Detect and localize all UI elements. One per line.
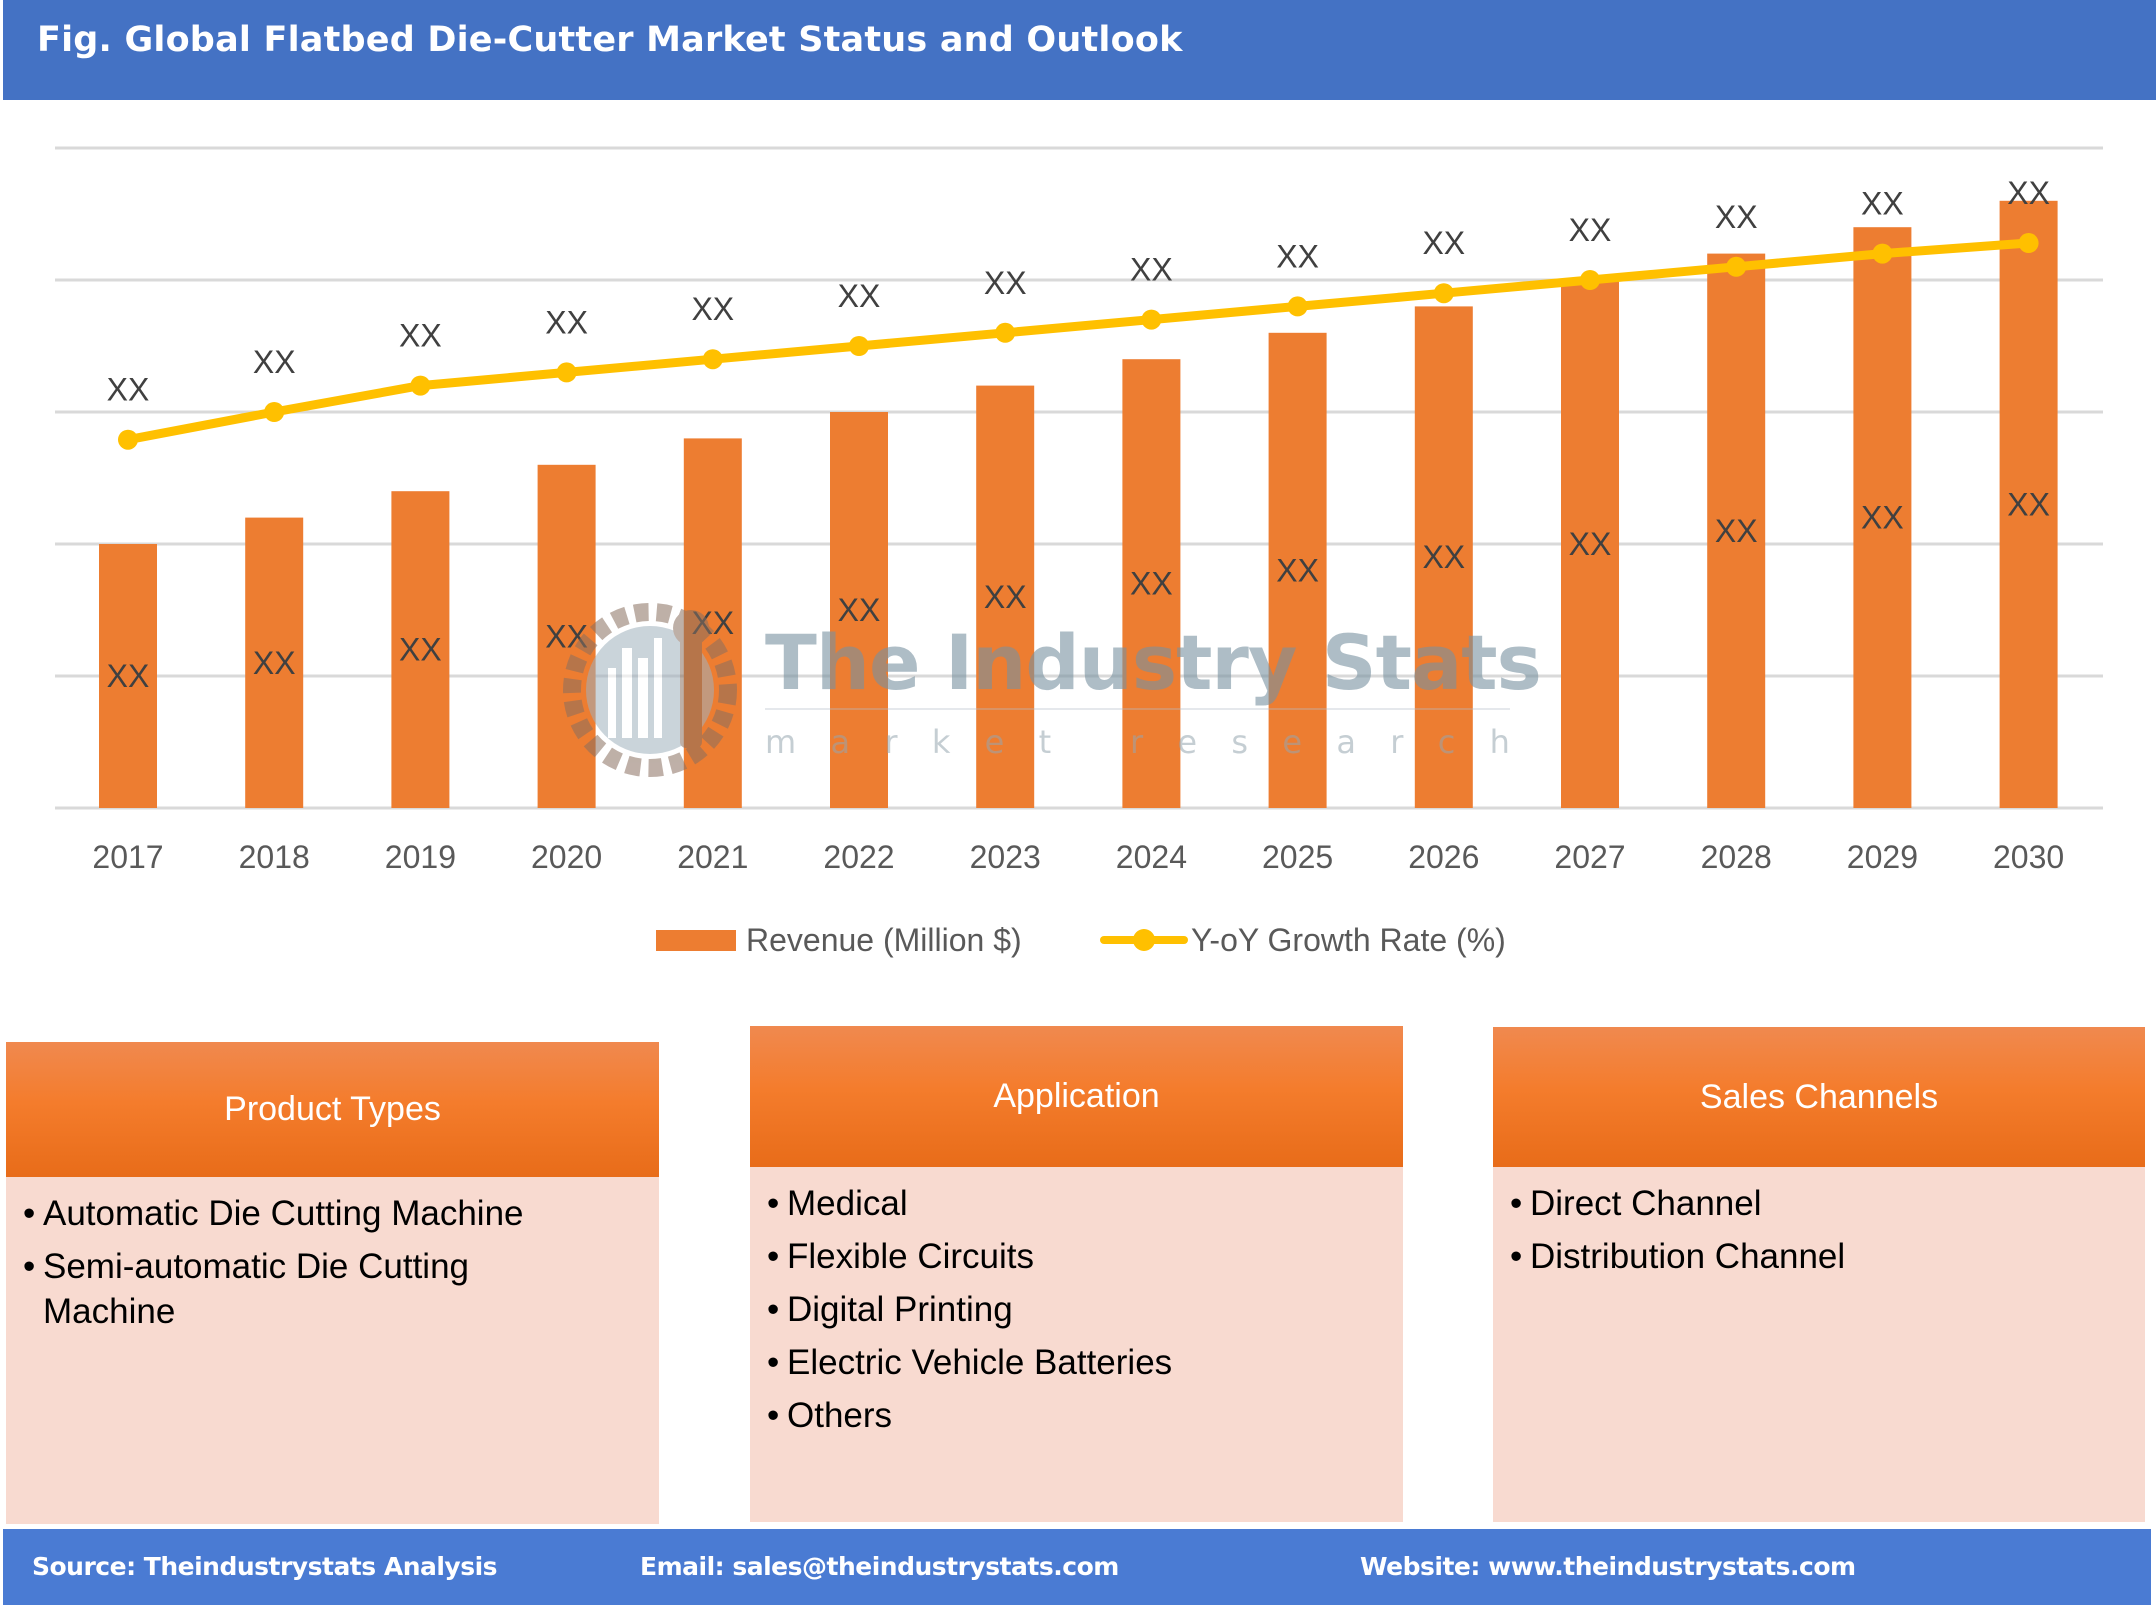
segment-body: Medical Flexible Circuits Digital Printi… <box>750 1167 1403 1522</box>
segment-header: Application <box>750 1026 1403 1167</box>
segment-box-application: Application Medical Flexible Circuits Di… <box>750 1026 1403 1522</box>
list-item: Electric Vehicle Batteries <box>767 1340 1403 1385</box>
line-label-2022: XX <box>838 278 881 314</box>
line-label-2018: XX <box>253 344 296 380</box>
bar-label-2023: XX <box>984 579 1027 615</box>
list-item: Flexible Circuits <box>767 1234 1403 1279</box>
line-point-2018 <box>264 402 285 422</box>
line-label-2030: XX <box>2007 175 2050 211</box>
footer-source: Source: Theindustrystats Analysis <box>32 1552 498 1581</box>
footer-email-link[interactable]: Email: sales@theindustrystats.com <box>640 1552 1119 1581</box>
segment-body: Automatic Die Cutting Machine Semi-autom… <box>6 1177 659 1524</box>
list-item: Distribution Channel <box>1510 1234 2145 1279</box>
legend-label-revenue: Revenue (Million $) <box>746 921 1022 958</box>
line-point-2027 <box>1580 270 1600 290</box>
segment-title: Sales Channels <box>1699 1077 1939 1116</box>
x-tick-2028: 2028 <box>1701 839 1772 875</box>
x-tick-2022: 2022 <box>823 839 894 875</box>
bar-label-2030: XX <box>2007 486 2050 522</box>
bar-label-2029: XX <box>1861 500 1904 536</box>
line-label-2025: XX <box>1276 238 1319 274</box>
line-label-2017: XX <box>107 372 150 408</box>
x-tick-2027: 2027 <box>1554 839 1625 875</box>
x-axis-tick-labels: 2017 2018 2019 2020 2021 2022 2023 2024 2025 2026… <box>92 839 2064 875</box>
line-label-2028: XX <box>1715 199 1758 235</box>
segment-title: Application <box>993 1077 1160 1115</box>
list-item: Digital Printing <box>767 1287 1403 1332</box>
line-point-2019 <box>410 375 431 396</box>
title-bar: Fig. Global Flatbed Die-Cutter Market St… <box>3 0 2156 100</box>
chart-title: Fig. Global Flatbed Die-Cutter Market St… <box>37 20 1183 60</box>
line-label-2027: XX <box>1569 212 1612 248</box>
footer-website-link[interactable]: Website: www.theindustrystats.com <box>1360 1552 1856 1581</box>
line-point-2022 <box>849 336 869 356</box>
x-tick-2018: 2018 <box>239 839 310 875</box>
segment-header: Product Types <box>6 1042 659 1177</box>
line-point-2029 <box>1872 243 1893 264</box>
legend-label-growth: Y-oY Growth Rate (%) <box>1191 921 1506 958</box>
list-item: Automatic Die Cutting Machine <box>23 1191 603 1236</box>
x-tick-2025: 2025 <box>1262 839 1333 875</box>
chart: XX XX XX XX XX XX XX XX XX XX XX XX XX XX XX XX XX XX XX X… <box>55 146 2103 875</box>
x-tick-2023: 2023 <box>970 839 1041 875</box>
legend-item-revenue[interactable]: Revenue (Million $) <box>656 920 1022 960</box>
line-point-2030 <box>2018 233 2039 254</box>
gridlines <box>55 146 2103 810</box>
list-item: Direct Channel <box>1510 1181 2145 1226</box>
line-label-2024: XX <box>1130 252 1173 288</box>
line-point-2017 <box>118 429 138 450</box>
bar-label-2028: XX <box>1715 513 1758 549</box>
line-label-2029: XX <box>1861 186 1904 222</box>
x-tick-2021: 2021 <box>677 839 748 875</box>
line-point-2026 <box>1433 283 1454 304</box>
segment-list: Direct Channel Distribution Channel <box>1493 1167 2145 1279</box>
legend-bar-swatch-icon <box>656 929 736 951</box>
revenue-bars <box>99 200 2058 809</box>
line-point-2024 <box>1141 309 1162 330</box>
line-label-2023: XX <box>984 265 1027 301</box>
line-point-2020 <box>556 362 577 383</box>
line-label-2020: XX <box>545 304 588 340</box>
legend: Revenue (Million $) Y-oY Growth Rate (%) <box>0 920 2156 960</box>
bar-label-2026: XX <box>1422 539 1465 575</box>
x-tick-2017: 2017 <box>92 839 163 875</box>
legend-line-marker-icon <box>1100 920 1188 960</box>
segment-title: Product Types <box>224 1090 441 1128</box>
line-point-2023 <box>995 322 1016 343</box>
bar-label-2019: XX <box>399 632 442 668</box>
legend-item-growth[interactable]: Y-oY Growth Rate (%) <box>1100 920 1506 960</box>
x-tick-2024: 2024 <box>1116 839 1187 875</box>
line-label-2026: XX <box>1422 225 1465 261</box>
segment-header: Sales Channels <box>1493 1027 2145 1167</box>
list-item: Semi-automatic Die Cutting Machine <box>23 1244 603 1334</box>
x-tick-2019: 2019 <box>385 839 456 875</box>
segment-list: Medical Flexible Circuits Digital Printi… <box>750 1167 1403 1438</box>
segment-box-sales-channels: Sales Channels Direct Channel Distributi… <box>1493 1027 2145 1522</box>
bar-label-2020: XX <box>545 618 588 654</box>
x-tick-2020: 2020 <box>531 839 602 875</box>
bar-label-2025: XX <box>1276 552 1319 588</box>
line-label-2021: XX <box>691 291 734 327</box>
line-label-2019: XX <box>399 318 442 354</box>
segment-box-product-types: Product Types Automatic Die Cutting Mach… <box>6 1042 659 1524</box>
x-tick-2030: 2030 <box>1993 839 2064 875</box>
line-point-2021 <box>702 349 723 370</box>
line-point-2028 <box>1726 256 1747 277</box>
bar-label-2017: XX <box>107 658 150 694</box>
segment-body: Direct Channel Distribution Channel <box>1493 1167 2145 1522</box>
list-item: Medical <box>767 1181 1403 1226</box>
bar-label-2022: XX <box>838 592 881 628</box>
list-item: Others <box>767 1393 1403 1438</box>
x-tick-2026: 2026 <box>1408 839 1479 875</box>
bar-label-2021: XX <box>691 605 734 641</box>
bar-label-2024: XX <box>1130 566 1173 602</box>
bar-label-2027: XX <box>1569 526 1612 562</box>
x-tick-2029: 2029 <box>1847 839 1918 875</box>
line-point-2025 <box>1287 296 1308 317</box>
footer: Source: Theindustrystats Analysis Email:… <box>3 1529 2151 1605</box>
bar-label-2018: XX <box>253 645 296 681</box>
segment-list: Automatic Die Cutting Machine Semi-autom… <box>6 1177 659 1334</box>
